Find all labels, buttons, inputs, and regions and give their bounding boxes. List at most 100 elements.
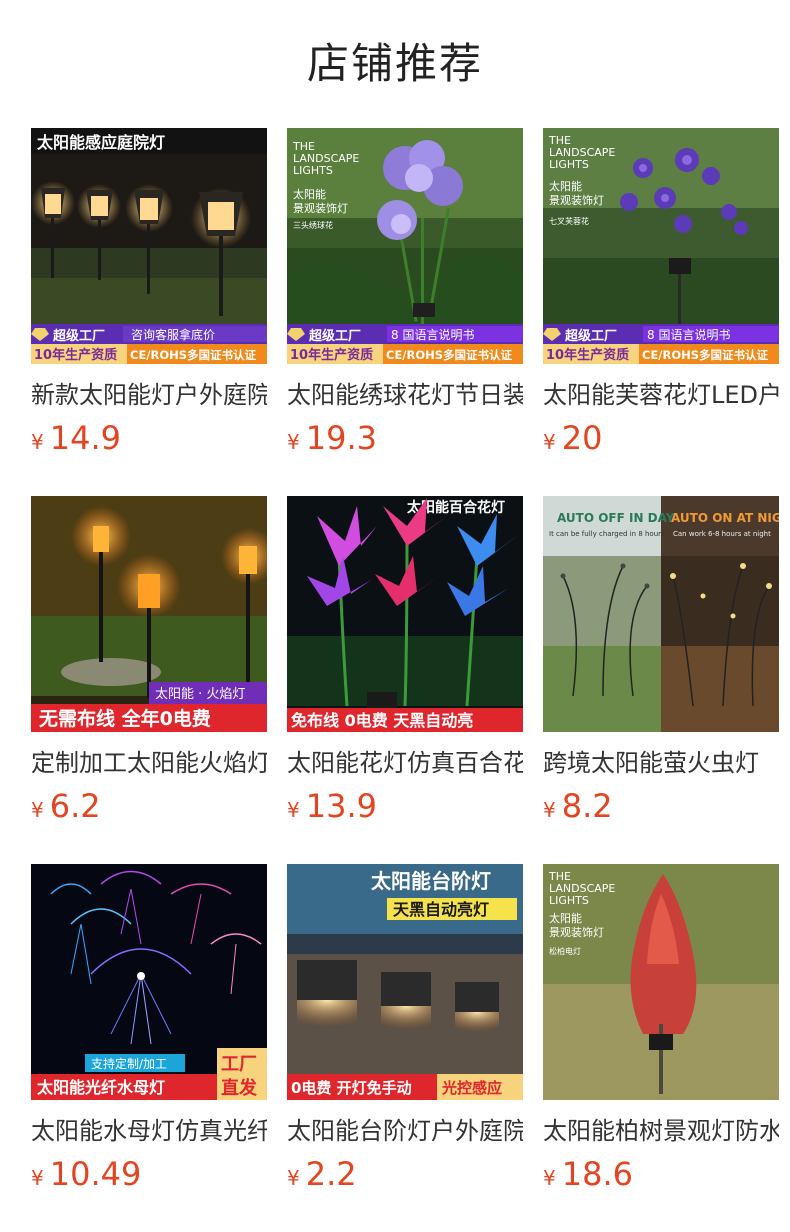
price-value: 20	[561, 419, 603, 457]
product-card[interactable]: THE LANDSCAPE LIGHTS 太阳能 景观装饰灯 三头绣球花 超级工…	[287, 128, 523, 458]
svg-text:松柏电灯: 松柏电灯	[549, 946, 581, 956]
price-value: 18.6	[561, 1155, 633, 1193]
svg-text:太阳能光纤水母灯: 太阳能光纤水母灯	[36, 1078, 165, 1097]
product-price: ¥19.3	[287, 418, 377, 458]
product-image[interactable]: 太阳能台阶灯 天黑自动亮灯 0电费 开灯免手动 光控感应	[287, 864, 523, 1100]
svg-text:8 国语言说明书: 8 国语言说明书	[391, 327, 474, 342]
product-name[interactable]: 太阳能绣球花灯节日装饰	[287, 378, 523, 412]
currency-symbol: ¥	[543, 798, 556, 822]
product-name[interactable]: 跨境太阳能萤火虫灯	[543, 746, 779, 780]
price-value: 2.2	[305, 1155, 357, 1193]
product-card[interactable]: 太阳能百合花灯 免布线 0电费 天黑自动亮 太阳能花灯仿真百合花 ¥ 13.9	[287, 496, 523, 826]
svg-text:Can work 6-8 hours at night: Can work 6-8 hours at night	[673, 530, 771, 538]
svg-text:AUTO OFF IN DAY: AUTO OFF IN DAY	[557, 511, 675, 525]
product-image-lily-flower-light: 太阳能百合花灯 免布线 0电费 天黑自动亮	[287, 496, 523, 732]
product-image-hibiscus-light: THE LANDSCAPE LIGHTS 太阳能 景观装饰灯 七叉芙蓉花 超级工…	[543, 128, 779, 364]
svg-text:太阳能 · 火焰灯: 太阳能 · 火焰灯	[155, 687, 245, 702]
product-price: ¥8.2	[543, 786, 613, 826]
price-value: 13.9	[305, 787, 377, 825]
product-image[interactable]: 支持定制/加工 太阳能光纤水母灯 工厂 直发	[31, 864, 267, 1100]
svg-text:LIGHTS: LIGHTS	[549, 158, 589, 171]
store-recommendation-page: 店铺推荐 太阳能感应庭院灯 超级工厂 咨询客服拿底价 10年生产资质 CE/RO…	[0, 0, 790, 1232]
product-image[interactable]: THE LANDSCAPE LIGHTS 太阳能 景观装饰灯 三头绣球花 超级工…	[287, 128, 523, 364]
price-value: 6.2	[49, 787, 101, 825]
svg-text:CE/ROHS多国证书认证: CE/ROHS多国证书认证	[386, 348, 513, 362]
svg-text:太阳能台阶灯: 太阳能台阶灯	[371, 869, 491, 893]
svg-text:七叉芙蓉花: 七叉芙蓉花	[549, 216, 589, 226]
product-price: ¥14.9	[31, 418, 121, 458]
product-card[interactable]: 太阳能 · 火焰灯 无需布线 全年0电费 定制加工太阳能火焰灯 ¥6.2	[31, 496, 267, 826]
price-value: 10.49	[49, 1155, 142, 1193]
svg-text:LIGHTS: LIGHTS	[293, 164, 333, 177]
product-card[interactable]: AUTO OFF IN DAY It can be fully charged …	[543, 496, 779, 826]
currency-symbol: ¥	[543, 1166, 556, 1190]
product-price: ¥2.2	[287, 1154, 357, 1194]
product-price: ¥6.2	[31, 786, 101, 826]
svg-text:太阳能: 太阳能	[549, 179, 582, 193]
product-image[interactable]: 太阳能百合花灯 免布线 0电费 天黑自动亮	[287, 496, 523, 732]
svg-text:CE/ROHS多国证书认证: CE/ROHS多国证书认证	[642, 348, 769, 362]
page-title: 店铺推荐	[306, 39, 483, 88]
product-name[interactable]: 太阳能柏树景观灯防水	[543, 1114, 779, 1148]
currency-symbol: ¥	[31, 430, 44, 454]
price-value: 14.9	[49, 419, 121, 457]
currency-symbol: ¥	[287, 430, 300, 454]
product-card[interactable]: THE LANDSCAPE LIGHTS 太阳能 景观装饰灯 七叉芙蓉花 超级工…	[543, 128, 779, 458]
product-name[interactable]: 太阳能水母灯仿真光纤	[31, 1114, 267, 1148]
svg-text:工厂: 工厂	[221, 1054, 257, 1075]
svg-text:无需布线 全年0电费: 无需布线 全年0电费	[39, 707, 211, 730]
product-image-firefly-light: AUTO OFF IN DAY It can be fully charged …	[543, 496, 779, 732]
product-name[interactable]: 太阳能芙蓉花灯LED户外	[543, 378, 779, 412]
svg-text:太阳能: 太阳能	[293, 187, 326, 201]
svg-text:LIGHTS: LIGHTS	[549, 894, 589, 907]
svg-text:8 国语言说明书: 8 国语言说明书	[647, 327, 730, 342]
product-image-hydrangea-light: THE LANDSCAPE LIGHTS 太阳能 景观装饰灯 三头绣球花 超级工…	[287, 128, 523, 364]
svg-text:AUTO ON AT NIGHT: AUTO ON AT NIGHT	[671, 511, 779, 525]
product-image[interactable]: 太阳能 · 火焰灯 无需布线 全年0电费	[31, 496, 267, 732]
svg-text:It can be fully charged in 8 h: It can be fully charged in 8 hours	[549, 530, 665, 538]
product-image[interactable]: 太阳能感应庭院灯 超级工厂 咨询客服拿底价 10年生产资质 CE/ROHS多国证…	[31, 128, 267, 364]
svg-text:太阳能: 太阳能	[549, 911, 582, 925]
product-card[interactable]: THE LANDSCAPE LIGHTS 太阳能 景观装饰灯 松柏电灯 太阳能柏…	[543, 864, 779, 1194]
svg-text:景观装饰灯: 景观装饰灯	[549, 925, 604, 939]
svg-text:咨询客服拿底价: 咨询客服拿底价	[131, 327, 215, 342]
product-name[interactable]: 太阳能台阶灯户外庭院	[287, 1114, 523, 1148]
svg-text:免布线 0电费 天黑自动亮: 免布线 0电费 天黑自动亮	[291, 711, 473, 730]
price-value: 8.2	[561, 787, 613, 825]
svg-text:直发: 直发	[221, 1077, 258, 1099]
product-image[interactable]: AUTO OFF IN DAY It can be fully charged …	[543, 496, 779, 732]
svg-text:0电费 开灯免手动: 0电费 开灯免手动	[291, 1079, 412, 1097]
svg-text:天黑自动亮灯: 天黑自动亮灯	[393, 900, 489, 919]
product-name[interactable]: 新款太阳能灯户外庭院	[31, 378, 267, 412]
svg-text:超级工厂: 超级工厂	[565, 328, 617, 344]
svg-text:三头绣球花: 三头绣球花	[293, 220, 333, 230]
product-image-solar-yard-lights: 太阳能感应庭院灯 超级工厂 咨询客服拿底价 10年生产资质 CE/ROHS多国证…	[31, 128, 267, 364]
svg-text:太阳能感应庭院灯: 太阳能感应庭院灯	[36, 133, 165, 152]
svg-text:10年生产资质: 10年生产资质	[290, 347, 373, 363]
svg-text:景观装饰灯: 景观装饰灯	[293, 201, 348, 215]
product-price: ¥20	[543, 418, 602, 458]
svg-text:支持定制/加工: 支持定制/加工	[91, 1056, 167, 1071]
svg-text:超级工厂: 超级工厂	[309, 328, 361, 344]
svg-text:10年生产资质: 10年生产资质	[34, 347, 117, 363]
product-image-jellyfish-light: 支持定制/加工 太阳能光纤水母灯 工厂 直发	[31, 864, 267, 1100]
currency-symbol: ¥	[287, 1166, 300, 1190]
currency-symbol: ¥	[31, 798, 44, 822]
product-price: ¥10.49	[31, 1154, 141, 1194]
currency-symbol: ¥	[543, 430, 556, 454]
svg-text:CE/ROHS多国证书认证: CE/ROHS多国证书认证	[130, 348, 257, 362]
svg-text:超级工厂: 超级工厂	[53, 328, 105, 344]
currency-symbol: ¥	[287, 798, 300, 822]
product-image[interactable]: THE LANDSCAPE LIGHTS 太阳能 景观装饰灯 七叉芙蓉花 超级工…	[543, 128, 779, 364]
product-card[interactable]: 支持定制/加工 太阳能光纤水母灯 工厂 直发 太阳能水母灯仿真光纤 ¥10.49	[31, 864, 267, 1194]
product-image-step-light: 太阳能台阶灯 天黑自动亮灯 0电费 开灯免手动 光控感应	[287, 864, 523, 1100]
product-image[interactable]: THE LANDSCAPE LIGHTS 太阳能 景观装饰灯 松柏电灯	[543, 864, 779, 1100]
product-name[interactable]: 定制加工太阳能火焰灯	[31, 746, 267, 780]
svg-text:10年生产资质: 10年生产资质	[546, 347, 629, 363]
currency-symbol: ¥	[31, 1166, 44, 1190]
product-price: ¥18.6	[543, 1154, 633, 1194]
product-card[interactable]: 太阳能台阶灯 天黑自动亮灯 0电费 开灯免手动 光控感应 太阳能台阶灯户外庭院	[287, 864, 523, 1194]
svg-text:光控感应: 光控感应	[441, 1079, 502, 1097]
product-card[interactable]: 太阳能感应庭院灯 超级工厂 咨询客服拿底价 10年生产资质 CE/ROHS多国证…	[31, 128, 267, 458]
product-name[interactable]: 太阳能花灯仿真百合花灯	[287, 746, 523, 780]
